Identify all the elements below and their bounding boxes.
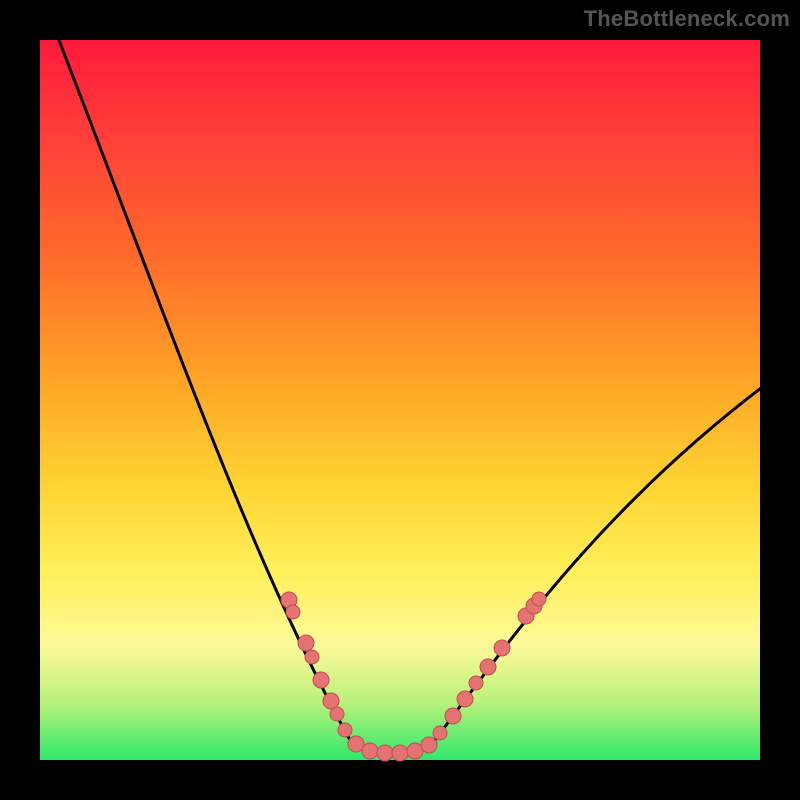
curve-markers xyxy=(281,592,546,761)
left-dot-2 xyxy=(286,605,300,619)
right-dot-3 xyxy=(457,691,473,707)
floor-dot-6 xyxy=(421,737,437,753)
left-dot-8 xyxy=(338,723,352,737)
right-dot-2 xyxy=(445,708,461,724)
floor-dot-2 xyxy=(362,743,378,759)
right-dot-1 xyxy=(433,726,447,740)
curve-svg xyxy=(40,40,760,760)
left-dot-5 xyxy=(313,672,329,688)
floor-dot-3 xyxy=(377,745,393,761)
left-dot-7 xyxy=(330,707,344,721)
floor-dot-1 xyxy=(348,736,364,752)
right-dot-4 xyxy=(469,676,483,690)
right-dot-9 xyxy=(532,592,546,606)
floor-dot-4 xyxy=(392,745,408,761)
left-dot-3 xyxy=(298,635,314,651)
right-dot-6 xyxy=(494,640,510,656)
left-dot-4 xyxy=(305,650,319,664)
bottleneck-curve xyxy=(55,30,765,754)
plot-area xyxy=(40,40,760,760)
watermark-text: TheBottleneck.com xyxy=(584,6,790,32)
right-dot-5 xyxy=(480,659,496,675)
chart-frame: TheBottleneck.com xyxy=(0,0,800,800)
